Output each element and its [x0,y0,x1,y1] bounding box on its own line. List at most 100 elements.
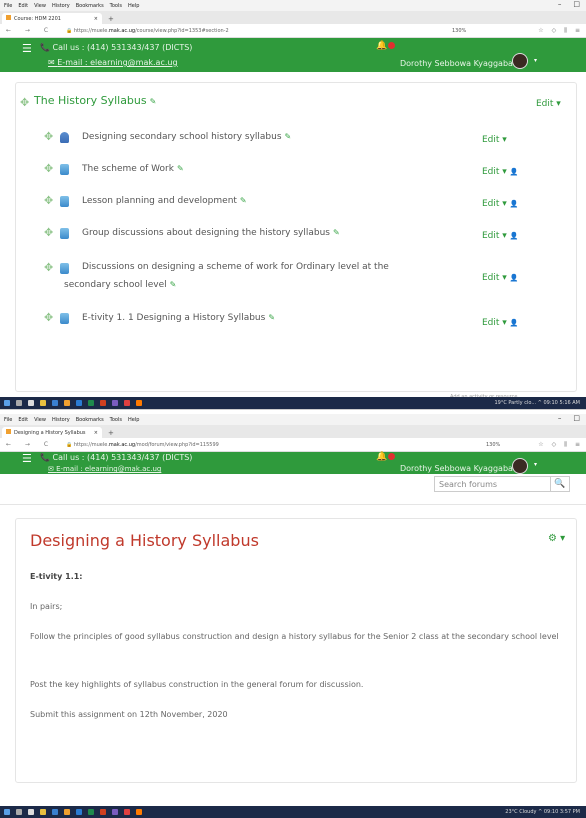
powerpoint-icon[interactable] [100,809,106,815]
activity-edit-menu[interactable]: Edit ▾ 👤 [482,231,519,241]
url-text[interactable]: 🔒 https://muele.mak.ac.ug/mod/forum/view… [66,442,538,448]
zoom-level[interactable]: 130% [486,442,500,448]
move-activity-icon[interactable]: ✥ [44,261,53,274]
address-bar[interactable]: ← → C 🔒 https://muele.mak.ac.ug/mod/foru… [0,438,586,452]
avatar[interactable] [512,53,528,69]
search-forums-input[interactable]: Search forums [434,476,554,492]
menu-view[interactable]: View [34,3,46,9]
email-link[interactable]: ✉ E-mail : elearning@mak.ac.ug [48,465,161,473]
firefox-icon[interactable] [136,809,142,815]
search-icon[interactable]: 🔍 [550,476,570,492]
activity-edit-menu[interactable]: Edit ▾ [482,135,507,145]
firefox-icon[interactable] [136,400,142,406]
word-icon[interactable] [76,809,82,815]
edge-icon[interactable] [52,809,58,815]
explorer-icon[interactable] [40,809,46,815]
edit-pencil-icon[interactable]: ✎ [285,132,292,141]
maximize-button[interactable]: □ [573,0,580,8]
library-icon[interactable]: ⫼ [564,441,567,449]
pocket-icon[interactable]: ◇ [552,27,557,35]
tab-forum[interactable]: Designing a History Syllabus × [2,427,102,438]
explorer-icon[interactable] [40,400,46,406]
move-activity-icon[interactable]: ✥ [44,311,53,324]
bell-icon[interactable]: 🔔 [376,41,387,51]
activity-link[interactable]: Discussions on designing a scheme of wor… [64,259,434,294]
menu-edit[interactable]: Edit [18,3,28,9]
bookmark-star-icon[interactable]: ☆ [538,27,543,35]
move-activity-icon[interactable]: ✥ [44,226,53,239]
menu-bookmarks[interactable]: Bookmarks [76,3,104,9]
minimize-button[interactable]: – [558,0,562,8]
bell-icon[interactable]: 🔔 [376,452,387,462]
edit-pencil-icon[interactable]: ✎ [240,196,247,205]
zoom-level[interactable]: 130% [452,28,466,34]
hamburger-icon[interactable]: ☰ [22,43,32,54]
app-icon[interactable] [124,809,130,815]
menu-history[interactable]: History [52,417,70,423]
activity-link[interactable]: Lesson planning and development ✎ [82,192,247,210]
hamburger-icon[interactable]: ☰ [22,453,32,464]
menu-icon[interactable]: ≡ [575,441,580,449]
group-mode-icon[interactable]: 👤 [510,274,519,282]
avatar[interactable] [512,458,528,474]
search-icon[interactable] [16,400,22,406]
menu-icon[interactable]: ≡ [575,27,580,35]
user-menu-caret-icon[interactable]: ▾ [534,57,537,64]
menu-file[interactable]: File [4,417,12,423]
edit-pencil-icon[interactable]: ✎ [177,164,184,173]
menu-history[interactable]: History [52,3,70,9]
new-tab-button[interactable]: + [108,429,114,437]
activity-edit-menu[interactable]: Edit ▾ 👤 [482,167,519,177]
powerpoint-icon[interactable] [100,400,106,406]
library-icon[interactable]: ⫼ [564,27,567,35]
nav-buttons[interactable]: ← → C [6,27,66,34]
activity-edit-menu[interactable]: Edit ▾ 👤 [482,199,519,209]
close-tab-icon[interactable]: × [94,430,98,436]
email-link[interactable]: ✉ E-mail : elearning@mak.ac.ug [48,58,178,67]
menu-file[interactable]: File [4,3,12,9]
menu-tools[interactable]: Tools [110,417,122,423]
group-mode-icon[interactable]: 👤 [510,168,519,176]
menu-tools[interactable]: Tools [110,3,122,9]
move-activity-icon[interactable]: ✥ [44,130,53,143]
menu-help[interactable]: Help [128,417,139,423]
group-mode-icon[interactable]: 👤 [510,232,519,240]
store-icon[interactable] [64,400,70,406]
url-text[interactable]: 🔒 https://muele.mak.ac.ug/course/view.ph… [66,28,538,34]
new-tab-button[interactable]: + [108,15,114,23]
edit-pencil-icon[interactable]: ✎ [333,228,340,237]
task-view-icon[interactable] [28,809,34,815]
system-tray[interactable]: 23°C Cloudy ^ 09:10 3:57 PM [505,809,580,815]
edit-pencil-icon[interactable]: ✎ [268,313,275,322]
section-title[interactable]: The History Syllabus ✎ [34,94,156,107]
user-menu-caret-icon[interactable]: ▾ [534,461,537,468]
bookmark-star-icon[interactable]: ☆ [538,441,543,449]
group-mode-icon[interactable]: 👤 [510,319,519,327]
edit-pencil-icon[interactable]: ✎ [170,280,177,289]
group-mode-icon[interactable]: 👤 [510,200,519,208]
search-icon[interactable] [16,809,22,815]
address-bar[interactable]: ← → C 🔒 https://muele.mak.ac.ug/course/v… [0,24,586,38]
nav-buttons[interactable]: ← → C [6,441,66,448]
onenote-icon[interactable] [112,809,118,815]
move-activity-icon[interactable]: ✥ [44,162,53,175]
start-icon[interactable] [4,400,10,406]
gear-icon[interactable]: ⚙ ▾ [548,533,565,544]
edit-pencil-icon[interactable]: ✎ [150,97,157,106]
menu-bookmarks[interactable]: Bookmarks [76,417,104,423]
section-edit-menu[interactable]: Edit ▾ [536,99,561,109]
word-icon[interactable] [76,400,82,406]
excel-icon[interactable] [88,809,94,815]
tab-course[interactable]: Course: HDM 2201 × [2,13,102,24]
maximize-button[interactable]: □ [573,414,580,422]
menu-edit[interactable]: Edit [18,417,28,423]
pocket-icon[interactable]: ◇ [552,441,557,449]
user-name[interactable]: Dorothy Sebbowa Kyaggaba [400,59,513,68]
move-section-icon[interactable]: ✥ [20,96,29,109]
activity-link[interactable]: Designing secondary school history sylla… [82,128,291,146]
activity-edit-menu[interactable]: Edit ▾ 👤 [482,273,519,283]
onenote-icon[interactable] [112,400,118,406]
excel-icon[interactable] [88,400,94,406]
task-view-icon[interactable] [28,400,34,406]
close-tab-icon[interactable]: × [94,16,98,22]
